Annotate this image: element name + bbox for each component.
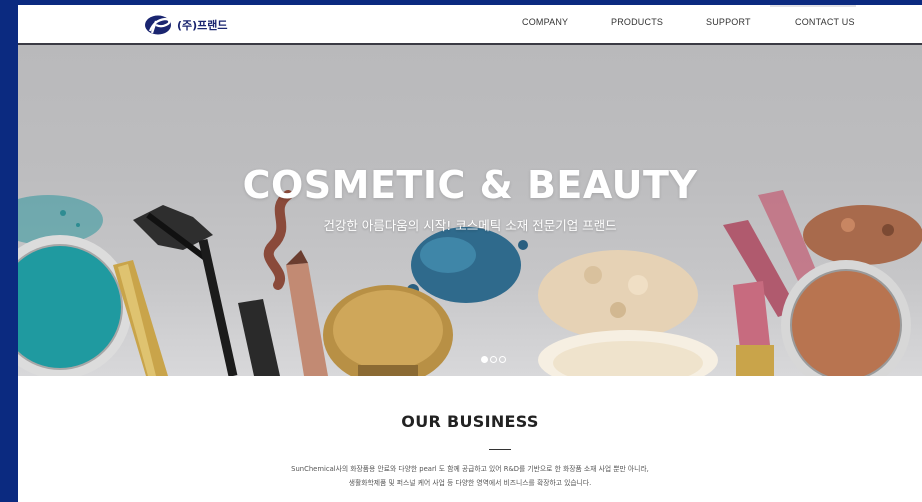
slider-dot-1[interactable] <box>481 356 488 363</box>
logo[interactable]: (주)프랜드 <box>144 13 228 37</box>
slider-dots <box>481 356 506 363</box>
nav-support[interactable]: SUPPORT <box>706 17 751 27</box>
hero-cosmetics-image <box>18 190 922 376</box>
slider-dot-2[interactable] <box>490 356 497 363</box>
hero-subtitle: 건강한 아름다움의 시작! 코스메틱 소재 전문기업 프랜드 <box>323 218 617 233</box>
header-accent-line <box>770 5 856 7</box>
hero-title: COSMETIC & BEAUTY <box>242 163 698 207</box>
business-section-title: OUR BUSINESS <box>401 412 539 431</box>
section-divider <box>489 449 511 450</box>
brand-name: (주)프랜드 <box>177 19 228 32</box>
logo-icon <box>145 15 171 35</box>
slider-dot-3[interactable] <box>499 356 506 363</box>
nav-company[interactable]: COMPANY <box>522 17 568 27</box>
page: (주)프랜드 COMPANY PRODUCTS SUPPORT CONTACT … <box>18 5 922 502</box>
nav-products[interactable]: PRODUCTS <box>611 17 663 27</box>
business-description-line-1: SunChemical사의 화장품용 안료와 다양한 pearl 도 함께 공급… <box>291 465 649 473</box>
nav-contact-us[interactable]: CONTACT US <box>795 17 855 27</box>
business-description-line-2: 생활화학제품 및 퍼스널 케어 사업 등 다양한 영역에서 비즈니스를 확장하고… <box>348 479 592 487</box>
header: (주)프랜드 COMPANY PRODUCTS SUPPORT CONTACT … <box>18 5 922 45</box>
hero-banner: COSMETIC & BEAUTY 건강한 아름다움의 시작! 코스메틱 소재 … <box>18 45 922 376</box>
